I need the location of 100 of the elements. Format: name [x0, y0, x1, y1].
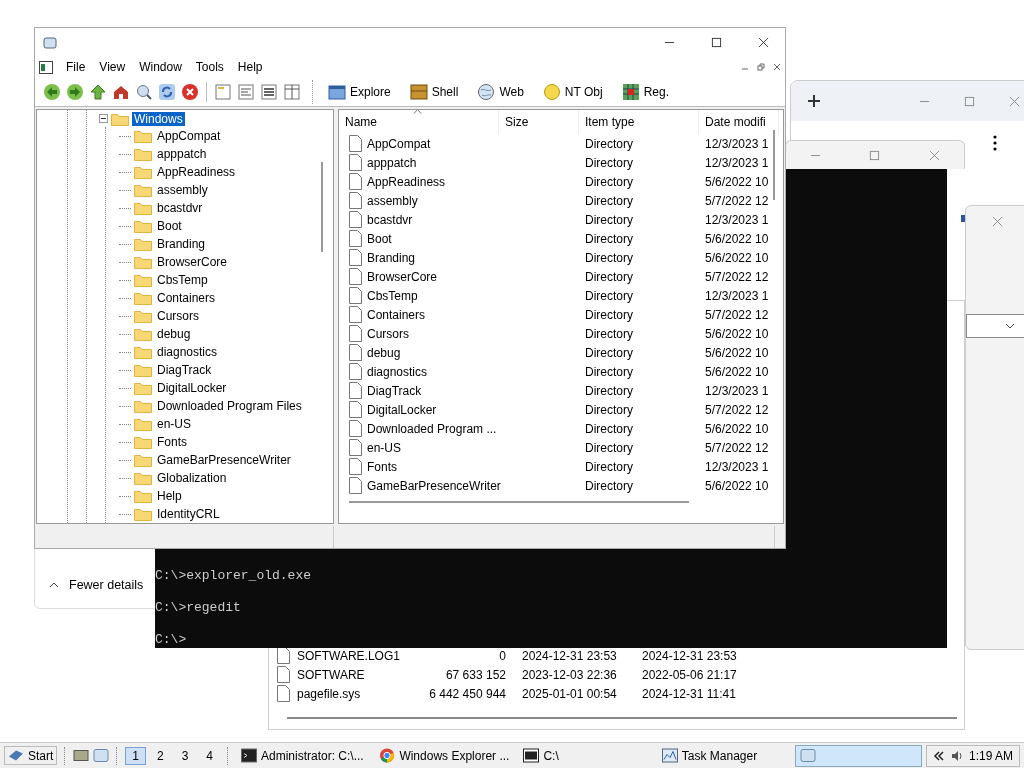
file-name[interactable]: assembly — [367, 193, 418, 208]
tree-item[interactable]: Branding — [155, 237, 208, 251]
tree-item[interactable]: diagnostics — [155, 345, 220, 359]
item-type: Directory — [584, 136, 634, 151]
file-name[interactable]: Cursors — [367, 326, 409, 341]
file-name[interactable]: pagefile.sys — [297, 686, 427, 701]
column-header[interactable]: Item type — [579, 110, 699, 134]
menu-item[interactable]: File — [59, 58, 93, 76]
refresh-icon[interactable] — [158, 83, 176, 101]
file-icon — [277, 685, 290, 702]
file-name[interactable]: GameBarPresenceWriter — [367, 478, 501, 493]
file-name[interactable]: Fonts — [367, 459, 397, 474]
file-name[interactable]: Boot — [367, 231, 392, 246]
restore-icon[interactable] — [757, 63, 765, 71]
folder-icon — [134, 327, 152, 341]
tree-item[interactable]: IdentityCRL — [155, 507, 222, 521]
menu-item[interactable]: Tools — [188, 58, 231, 76]
maximize-icon[interactable] — [711, 36, 722, 48]
home-icon[interactable] — [112, 83, 130, 101]
close-icon[interactable] — [773, 63, 781, 71]
file-name[interactable]: AppReadiness — [367, 174, 446, 189]
column-header[interactable]: Size — [499, 110, 579, 134]
file-name[interactable]: Branding — [367, 250, 416, 265]
window-icon[interactable] — [93, 748, 110, 763]
file-name[interactable]: SOFTWARE — [297, 667, 427, 682]
scrollbar[interactable] — [321, 162, 323, 252]
tree-item[interactable]: en-US — [155, 417, 193, 431]
file-name[interactable]: diagnostics — [367, 364, 428, 379]
taskbar-button[interactable]: Windows Explorer ... — [374, 745, 515, 766]
tree-item[interactable]: BrowserCore — [155, 255, 230, 269]
taskbar-button[interactable]: C:\ — [518, 745, 653, 766]
menu-item[interactable]: Window — [132, 58, 189, 76]
toolbar-link[interactable]: Explore — [325, 81, 394, 103]
toolbar-link[interactable]: NT Obj — [539, 81, 606, 103]
stop-icon[interactable] — [181, 83, 199, 101]
tree-item[interactable]: bcastdvr — [155, 201, 205, 215]
file-name[interactable]: bcastdvr — [367, 212, 413, 227]
double-chevron-icon[interactable] — [933, 749, 945, 762]
search-icon[interactable] — [135, 83, 153, 101]
file-name[interactable]: debug — [367, 345, 401, 360]
tree-item[interactable]: AppCompat — [155, 129, 223, 143]
up-arrow-icon[interactable] — [89, 83, 107, 101]
file-name[interactable]: SOFTWARE.LOG1 — [297, 648, 427, 663]
clock[interactable]: 1:19 AM — [969, 748, 1013, 763]
toolbar-link[interactable]: Shell — [406, 81, 462, 103]
more-menu-icon[interactable] — [993, 135, 997, 151]
tree-item[interactable]: apppatch — [155, 147, 209, 161]
desktop-switch[interactable]: 3 — [174, 746, 196, 765]
tree-item[interactable]: Downloaded Program Files — [155, 399, 304, 413]
tree-item[interactable]: Globalization — [155, 471, 229, 485]
collapse-icon[interactable] — [99, 114, 108, 123]
new-tab-icon[interactable] — [807, 94, 821, 108]
created-date: 2022-05-06 21:17 — [642, 667, 738, 682]
tree-item[interactable]: GameBarPresenceWriter — [155, 453, 293, 467]
scrollbar[interactable] — [773, 130, 775, 200]
folder-icon — [134, 309, 152, 323]
window-menu-icon[interactable] — [39, 60, 53, 74]
fewer-details-button[interactable]: Fewer details — [45, 576, 148, 594]
file-name[interactable]: apppatch — [367, 155, 417, 170]
taskbar-button[interactable]: Task Manager — [656, 745, 792, 766]
tree-item[interactable]: Containers — [155, 291, 218, 305]
taskbar-button[interactable]: Administrator: C:\... — [235, 745, 371, 766]
tree-item[interactable]: CbsTemp — [155, 273, 210, 287]
file-name[interactable]: Downloaded Program ... — [367, 421, 497, 436]
chart-window-icon — [661, 748, 678, 763]
desktop-icon[interactable] — [73, 748, 90, 763]
menu-item[interactable]: View — [92, 58, 133, 76]
item-type: Directory — [584, 231, 634, 246]
column-header[interactable]: Name — [339, 110, 499, 134]
file-name[interactable]: BrowserCore — [367, 269, 438, 284]
file-name[interactable]: en-US — [367, 440, 401, 455]
menu-item[interactable]: Help — [230, 58, 270, 76]
file-name[interactable]: DigitalLocker — [367, 402, 437, 417]
desktop-switch[interactable]: 2 — [149, 746, 171, 765]
tree-item[interactable]: AppReadiness — [155, 165, 238, 179]
tree-item[interactable]: DigitalLocker — [155, 381, 229, 395]
desktop-switch[interactable]: 4 — [199, 746, 220, 765]
desktop-switch[interactable]: 1 — [125, 746, 146, 765]
tree-item[interactable]: Fonts — [155, 435, 189, 449]
tree-item[interactable]: assembly — [155, 183, 210, 197]
tree-item[interactable]: Boot — [155, 219, 184, 233]
file-name[interactable]: DiagTrack — [367, 383, 422, 398]
file-name[interactable]: CbsTemp — [367, 288, 418, 303]
scrollbar[interactable] — [349, 501, 689, 503]
toolbar-link[interactable]: Web — [474, 81, 527, 103]
file-name[interactable]: AppCompat — [367, 136, 431, 151]
tree-item[interactable]: debug — [155, 327, 193, 341]
tree-item[interactable]: DiagTrack — [155, 363, 214, 377]
file-name[interactable]: Containers — [367, 307, 426, 322]
dropdown-field[interactable] — [966, 314, 1024, 338]
tree-item[interactable]: Help — [155, 489, 184, 503]
toolbar-link[interactable]: Reg. — [618, 81, 672, 103]
scrollbar[interactable] — [287, 717, 957, 719]
speaker-icon[interactable] — [951, 749, 963, 762]
close-icon[interactable] — [758, 36, 769, 48]
list-view-icon[interactable] — [260, 83, 278, 101]
details-view-icon[interactable] — [283, 83, 301, 101]
tree-item[interactable]: Windows — [132, 111, 185, 126]
start-button[interactable]: Start — [4, 746, 58, 765]
tree-item[interactable]: Cursors — [155, 309, 201, 323]
